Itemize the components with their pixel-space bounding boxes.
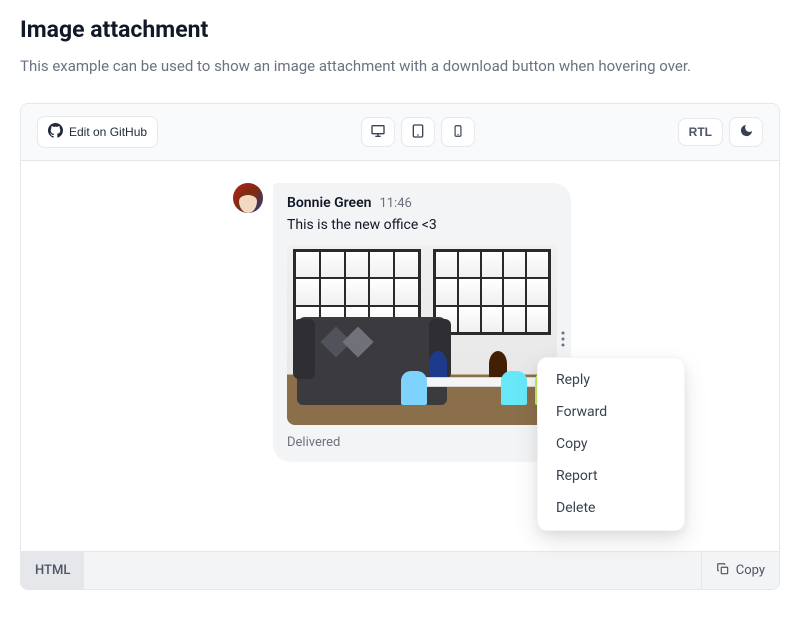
menu-item-forward[interactable]: Forward	[538, 396, 684, 428]
menu-item-reply[interactable]: Reply	[538, 364, 684, 396]
preview-area: Bonnie Green 11:46 This is the new offic…	[21, 161, 779, 551]
avatar	[233, 183, 263, 213]
example-container: Edit on GitHub RTL	[20, 103, 780, 590]
more-options-button[interactable]	[549, 327, 577, 355]
moon-icon	[739, 123, 754, 141]
sender-name: Bonnie Green	[287, 195, 371, 211]
dots-vertical-icon	[561, 331, 565, 351]
example-toolbar: Edit on GitHub RTL	[21, 104, 779, 161]
html-tab[interactable]: HTML	[21, 552, 84, 589]
message-text: This is the new office <3	[287, 217, 557, 233]
page-title: Image attachment	[20, 16, 780, 43]
copy-button[interactable]: Copy	[701, 552, 779, 589]
message-time: 11:46	[379, 196, 411, 211]
image-attachment[interactable]	[287, 245, 557, 425]
mobile-view-button[interactable]	[441, 117, 475, 147]
tablet-view-button[interactable]	[401, 117, 435, 147]
page-description: This example can be used to show an imag…	[20, 57, 780, 75]
message-bubble: Bonnie Green 11:46 This is the new offic…	[273, 183, 571, 462]
github-icon	[48, 123, 63, 141]
mobile-icon	[451, 123, 465, 142]
desktop-icon	[370, 123, 386, 142]
desktop-view-button[interactable]	[361, 117, 395, 147]
menu-item-copy[interactable]: Copy	[538, 428, 684, 460]
copy-icon	[716, 562, 730, 580]
code-bar: HTML Copy	[21, 551, 779, 589]
tablet-icon	[410, 123, 426, 142]
edit-github-label: Edit on GitHub	[69, 125, 147, 139]
menu-item-report[interactable]: Report	[538, 460, 684, 492]
copy-label: Copy	[736, 563, 765, 578]
edit-github-button[interactable]: Edit on GitHub	[37, 116, 158, 148]
rtl-button[interactable]: RTL	[678, 118, 723, 146]
context-menu: Reply Forward Copy Report Delete	[537, 357, 685, 531]
delivery-status: Delivered	[287, 435, 557, 450]
dark-mode-button[interactable]	[729, 117, 763, 147]
chat-message: Bonnie Green 11:46 This is the new offic…	[233, 183, 759, 462]
menu-item-delete[interactable]: Delete	[538, 492, 684, 524]
